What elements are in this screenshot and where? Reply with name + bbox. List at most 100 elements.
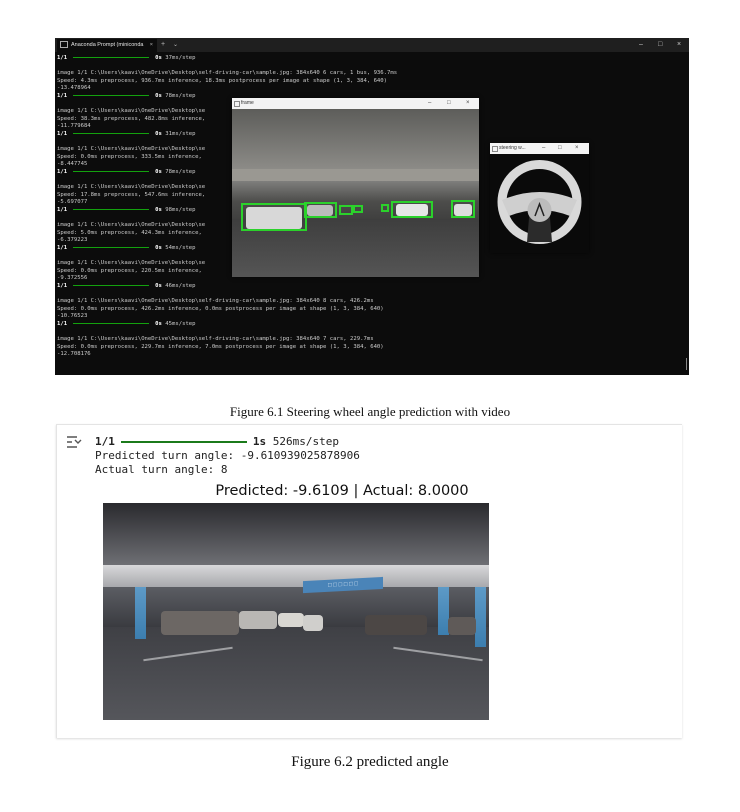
close-icon[interactable]: ×	[466, 98, 470, 109]
terminal-tab[interactable]: Anaconda Prompt (miniconda ×	[57, 39, 157, 52]
terminal-icon	[60, 41, 68, 49]
terminal-titlebar: Anaconda Prompt (miniconda × + ⌄ – □ ×	[55, 38, 689, 52]
detection-box	[241, 203, 307, 231]
progress-time: 0s	[155, 320, 162, 327]
close-icon[interactable]: ×	[677, 38, 681, 52]
frame-window: frame – □ ×	[232, 98, 479, 277]
progress-step: 1/1	[57, 92, 68, 99]
new-tab-icon[interactable]: +	[161, 38, 165, 52]
frame-window-title: frame	[241, 100, 254, 106]
progress-step: 1/1	[57, 244, 68, 251]
progress-step: 1/1	[57, 55, 68, 61]
garage-ceiling	[103, 503, 489, 565]
figure-caption: Figure 6.2 predicted angle	[291, 754, 449, 770]
frame-window-titlebar: frame – □ ×	[232, 98, 479, 109]
progress-bar	[73, 132, 150, 134]
pillar	[475, 587, 486, 647]
terminal-line: Speed: 4.3ms preprocess, 936.7ms inferen…	[57, 77, 388, 84]
minimize-icon[interactable]: –	[428, 98, 431, 109]
plot-title: Predicted: -9.6109 | Actual: 8.0000	[215, 483, 469, 499]
terminal-line: Speed: 0.0ms preprocess, 229.7ms inferen…	[57, 343, 384, 350]
terminal-tab-title: Anaconda Prompt (miniconda	[71, 42, 144, 48]
terminal-line: -10.76523	[57, 313, 88, 320]
detection-box	[451, 200, 475, 218]
car	[278, 613, 304, 627]
garage-ceiling	[232, 109, 479, 169]
output-toggle-icon[interactable]	[66, 435, 84, 449]
maximize-icon[interactable]: □	[447, 98, 451, 109]
progress-time: 0s	[155, 206, 162, 213]
progress-step: 1/1	[95, 435, 115, 448]
terminal-scrollbar[interactable]	[686, 358, 687, 370]
progress-rate: 54ms/step	[165, 244, 196, 251]
terminal-progress-line: 1/1 0s 37ms/step	[57, 55, 687, 63]
progress-rate: 78ms/step	[165, 92, 196, 99]
detection-video-frame	[232, 109, 479, 277]
minimize-icon[interactable]: –	[639, 38, 643, 52]
garage-beam	[232, 169, 479, 181]
detection-box	[339, 205, 353, 215]
minimize-icon[interactable]: –	[542, 143, 545, 154]
progress-bar	[73, 246, 150, 248]
window-icon	[492, 146, 498, 152]
steering-wheel-view	[490, 154, 589, 253]
figure-caption: Figure 6.1 Steering wheel angle predicti…	[229, 404, 511, 419]
progress-rate: 78ms/step	[165, 168, 196, 175]
progress-bar	[73, 170, 150, 172]
terminal-progress-line: 1/1 0s 45ms/step	[57, 321, 687, 329]
car	[365, 615, 427, 635]
progress-rate: 31ms/step	[165, 130, 196, 137]
detection-box	[304, 202, 337, 218]
progress-time: 0s	[155, 168, 162, 175]
progress-bar	[120, 441, 247, 443]
garage-floor	[103, 627, 489, 720]
steering-window: steering w... – □ ×	[490, 143, 589, 253]
chevron-down-icon[interactable]: ⌄	[173, 38, 178, 52]
terminal-line: -12.708176	[57, 351, 91, 358]
close-icon[interactable]: ×	[575, 143, 579, 154]
progress-step: 1/1	[57, 320, 68, 327]
progress-step: 1/1	[57, 130, 68, 137]
terminal-line: image 1/1 C:\Users\kaavi\OneDrive\Deskto…	[57, 70, 398, 77]
progress-time: 0s	[155, 130, 162, 137]
terminal-line: image 1/1 C:\Users\kaavi\OneDrive\Deskto…	[57, 335, 374, 342]
steering-wheel-icon	[497, 160, 582, 244]
progress-bar	[73, 208, 150, 210]
progress-time: 0s	[155, 92, 162, 99]
steering-window-title: steering w...	[499, 145, 526, 151]
progress-step: 1/1	[57, 206, 68, 213]
progress-rate: 45ms/step	[165, 320, 196, 327]
detection-box	[381, 204, 389, 212]
detection-box	[391, 201, 433, 218]
car	[161, 611, 239, 635]
window-icon	[234, 101, 240, 107]
car	[239, 611, 277, 629]
progress-bar	[73, 94, 150, 96]
parking-garage-image: □ □ □ □ □ □	[103, 503, 489, 720]
progress-rate: 46ms/step	[165, 282, 196, 289]
terminal-line: Speed: 0.0ms preprocess, 426.2ms inferen…	[57, 305, 384, 312]
maximize-icon[interactable]: □	[558, 143, 562, 154]
actual-angle-text: Actual turn angle: 8	[95, 463, 228, 476]
steering-window-titlebar: steering w... – □ ×	[490, 143, 589, 154]
terminal-line: image 1/1 C:\Users\kaavi\OneDrive\Deskto…	[57, 298, 374, 304]
pillar	[135, 587, 146, 639]
garage-beam	[103, 565, 489, 587]
progress-time: 0s	[155, 282, 162, 289]
progress-rate: 526ms/step	[272, 435, 339, 448]
maximize-icon[interactable]: □	[658, 38, 662, 52]
car	[448, 617, 476, 635]
detection-box	[353, 205, 363, 213]
progress-step: 1/1	[57, 168, 68, 175]
predicted-angle-text: Predicted turn angle: -9.610939025878906	[95, 449, 360, 462]
terminal-progress-line: 1/1 0s 46ms/step	[57, 283, 687, 291]
terminal-line: -13.478964	[57, 85, 91, 92]
progress-time: 0s	[155, 55, 162, 61]
progress-bar	[73, 57, 150, 58]
progress-bar	[73, 322, 150, 324]
tab-close-icon[interactable]: ×	[150, 39, 153, 52]
progress-rate: 37ms/step	[165, 55, 196, 61]
